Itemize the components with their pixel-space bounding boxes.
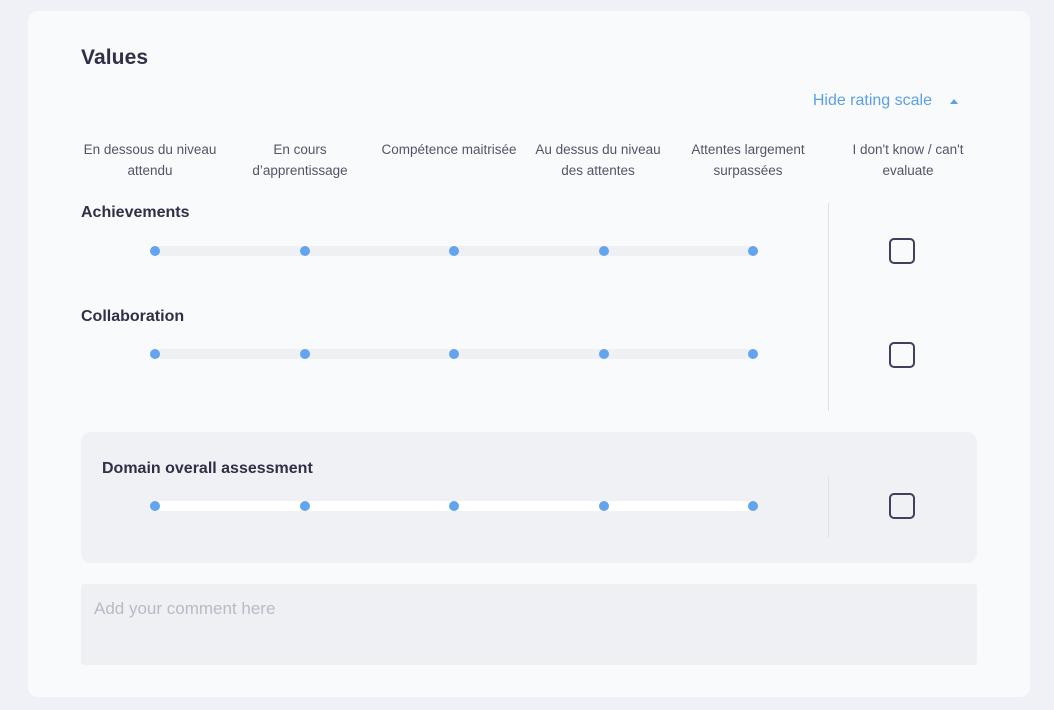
criterion-label-collaboration: Collaboration: [81, 308, 185, 325]
rating-option-4[interactable]: [598, 349, 609, 359]
rating-slider-overall[interactable]: [150, 501, 758, 511]
rating-slider-achievements[interactable]: [150, 246, 758, 256]
column-divider: [828, 203, 829, 411]
overall-assessment-label: Domain overall assessment: [102, 460, 313, 477]
scale-label-1: En dessous du niveau attendu: [83, 142, 217, 178]
rating-option-5[interactable]: [748, 349, 758, 359]
hide-rating-scale-button[interactable]: Hide rating scale: [813, 92, 958, 110]
section-title: Values: [81, 46, 149, 69]
scale-label-5: Attentes largement surpassées: [691, 142, 805, 178]
scale-label-2: En cours d’apprentissage: [252, 142, 348, 178]
rating-slider-collaboration[interactable]: [150, 349, 758, 359]
rating-option-3[interactable]: [449, 246, 459, 256]
overall-column-divider: [828, 476, 829, 538]
rating-option-4[interactable]: [598, 246, 609, 256]
rating-option-2[interactable]: [299, 349, 310, 359]
rating-option-5[interactable]: [748, 246, 758, 256]
rating-option-5[interactable]: [748, 501, 758, 511]
scale-label-3: Compétence maitrisée: [381, 142, 517, 157]
rating-option-3[interactable]: [449, 501, 459, 511]
dont-know-checkbox-collaboration[interactable]: [889, 342, 915, 368]
comment-input[interactable]: [81, 584, 977, 665]
rating-option-1[interactable]: [150, 349, 160, 359]
dont-know-checkbox-overall[interactable]: [889, 493, 915, 519]
hide-rating-scale-label: Hide rating scale: [812, 92, 932, 109]
caret-up-icon: [950, 98, 958, 104]
rating-option-3[interactable]: [449, 349, 459, 359]
criterion-label-achievements: Achievements: [81, 204, 190, 221]
rating-option-1[interactable]: [150, 501, 160, 511]
overall-assessment-panel: [81, 432, 977, 563]
scale-label-dont-know: I don't know / can't evaluate: [852, 142, 964, 178]
scale-label-4: Au dessus du niveau des attentes: [535, 142, 661, 178]
rating-option-2[interactable]: [299, 246, 310, 256]
dont-know-checkbox-achievements[interactable]: [889, 238, 915, 264]
rating-option-1[interactable]: [150, 246, 160, 256]
rating-option-4[interactable]: [598, 501, 609, 511]
rating-option-2[interactable]: [299, 501, 310, 511]
